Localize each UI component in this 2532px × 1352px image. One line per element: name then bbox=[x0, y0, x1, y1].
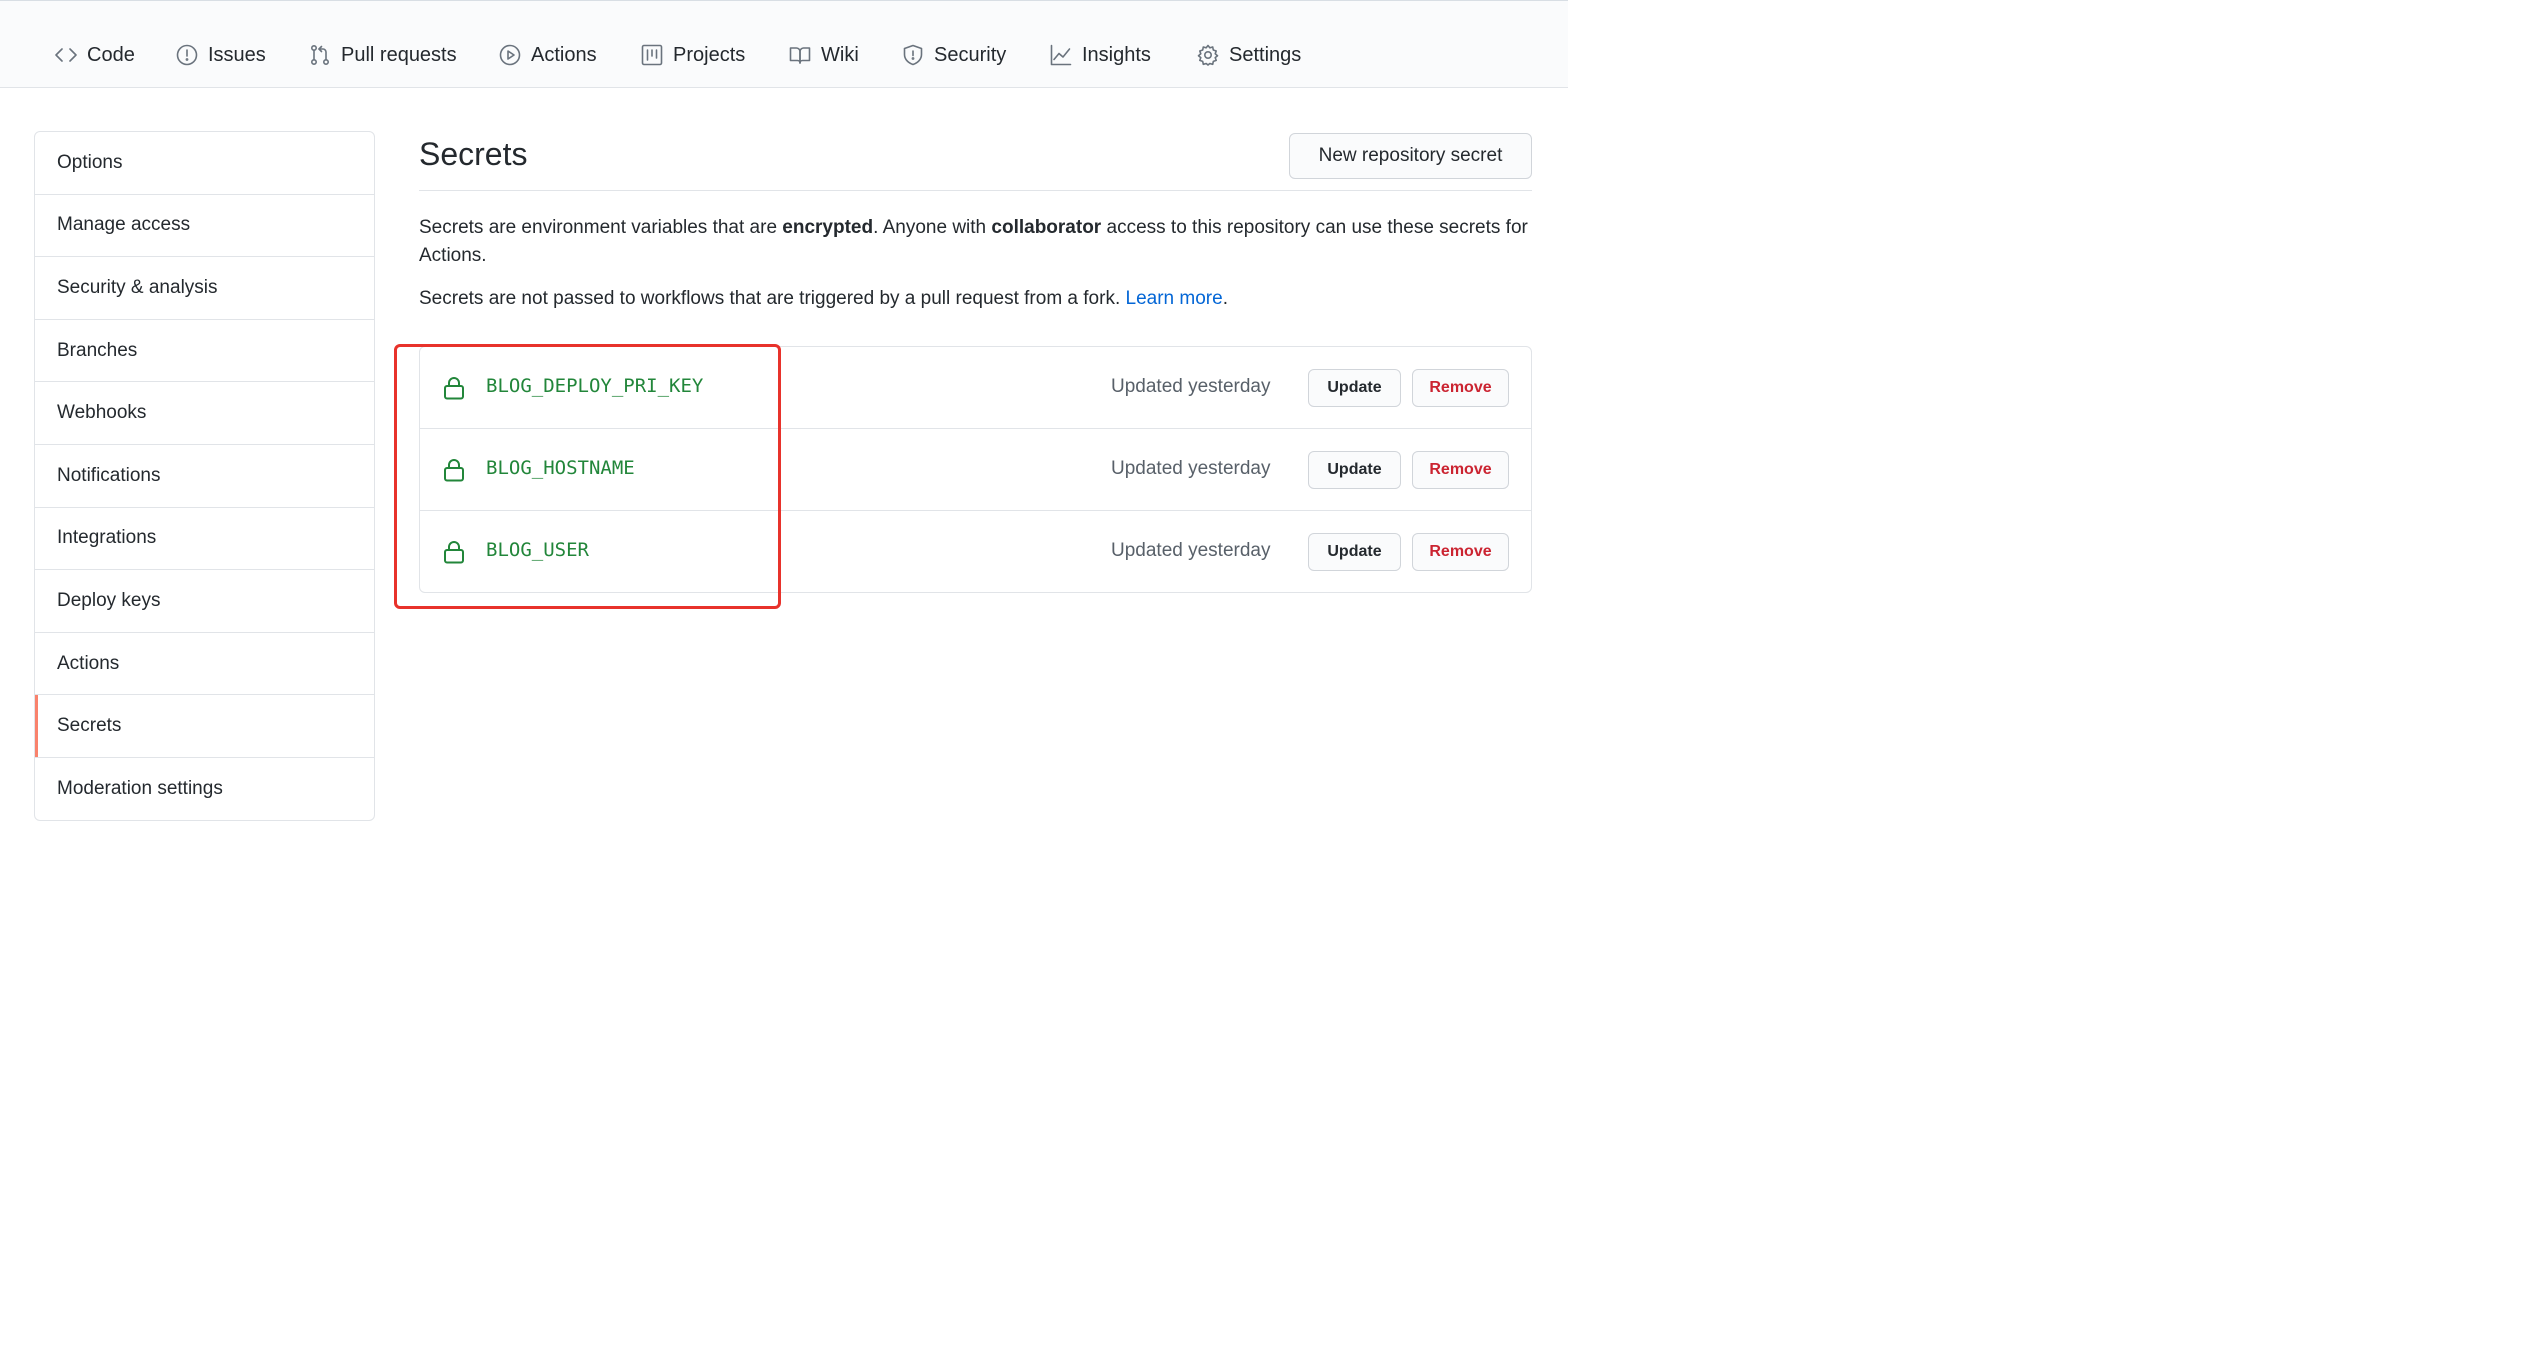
new-repository-secret-button[interactable]: New repository secret bbox=[1289, 133, 1532, 179]
remove-secret-button[interactable]: Remove bbox=[1412, 369, 1509, 407]
lock-icon bbox=[443, 376, 465, 400]
fork-notice: Secrets are not passed to workflows that… bbox=[419, 285, 1534, 313]
tab-code[interactable]: Code bbox=[55, 39, 135, 71]
fork-notice-end: . bbox=[1222, 288, 1228, 309]
tab-wiki[interactable]: Wiki bbox=[789, 39, 859, 71]
tab-projects[interactable]: Projects bbox=[641, 39, 745, 71]
sidebar-item-manage-access[interactable]: Manage access bbox=[35, 195, 374, 258]
sidebar-item-label: Actions bbox=[57, 652, 120, 674]
sidebar-item-security-analysis[interactable]: Security & analysis bbox=[35, 257, 374, 320]
shield-icon bbox=[903, 44, 923, 66]
update-secret-button[interactable]: Update bbox=[1308, 451, 1401, 489]
sidebar-item-secrets[interactable]: Secrets bbox=[35, 695, 374, 758]
update-secret-button[interactable]: Update bbox=[1308, 533, 1401, 571]
sidebar-item-label: Integrations bbox=[57, 527, 157, 549]
tab-wiki-label: Wiki bbox=[821, 43, 859, 66]
secret-name: BLOG_HOSTNAME bbox=[486, 457, 635, 479]
title-divider bbox=[419, 190, 1532, 191]
learn-more-link[interactable]: Learn more bbox=[1126, 288, 1223, 309]
settings-sidebar: Options Manage access Security & analysi… bbox=[34, 131, 375, 821]
tab-settings[interactable]: Settings bbox=[1197, 39, 1301, 71]
tab-pull-requests[interactable]: Pull requests bbox=[309, 39, 457, 71]
sidebar-item-label: Security & analysis bbox=[57, 276, 218, 298]
desc-text: . Anyone with bbox=[873, 217, 992, 238]
secret-name: BLOG_USER bbox=[486, 539, 589, 561]
update-secret-button[interactable]: Update bbox=[1308, 369, 1401, 407]
page-title: Secrets bbox=[419, 136, 528, 172]
git-pull-request-icon bbox=[310, 44, 330, 66]
tab-insights-label: Insights bbox=[1082, 43, 1151, 66]
tab-actions[interactable]: Actions bbox=[499, 39, 597, 71]
tab-actions-label: Actions bbox=[531, 43, 597, 66]
fork-notice-text: Secrets are not passed to workflows that… bbox=[419, 288, 1126, 309]
graph-icon bbox=[1050, 44, 1072, 66]
lock-icon bbox=[443, 540, 465, 564]
sidebar-item-integrations[interactable]: Integrations bbox=[35, 508, 374, 571]
lock-icon bbox=[443, 458, 465, 482]
sidebar-item-label: Branches bbox=[57, 339, 138, 361]
play-icon bbox=[499, 44, 521, 66]
sidebar-item-options[interactable]: Options bbox=[35, 132, 374, 195]
desc-bold-encrypted: encrypted bbox=[782, 217, 874, 238]
code-icon bbox=[55, 48, 77, 62]
tab-issues-label: Issues bbox=[208, 43, 266, 66]
repo-nav: Code Issues Pull requests Actions Projec… bbox=[0, 0, 1568, 88]
secret-name: BLOG_DEPLOY_PRI_KEY bbox=[486, 375, 704, 397]
remove-secret-button[interactable]: Remove bbox=[1412, 451, 1509, 489]
remove-secret-button[interactable]: Remove bbox=[1412, 533, 1509, 571]
desc-bold-collaborator: collaborator bbox=[991, 217, 1102, 238]
list-item: BLOG_HOSTNAME Updated yesterday Update R… bbox=[420, 429, 1531, 511]
tab-projects-label: Projects bbox=[673, 43, 746, 66]
project-icon bbox=[641, 44, 663, 66]
tab-settings-label: Settings bbox=[1229, 43, 1302, 66]
desc-text: Secrets are environment variables that a… bbox=[419, 217, 783, 238]
list-item: BLOG_DEPLOY_PRI_KEY Updated yesterday Up… bbox=[420, 347, 1531, 429]
tab-pull-requests-label: Pull requests bbox=[341, 43, 457, 66]
secret-updated-time: Updated yesterday bbox=[1111, 376, 1271, 397]
sidebar-item-label: Notifications bbox=[57, 464, 161, 486]
tab-insights[interactable]: Insights bbox=[1050, 39, 1151, 71]
list-item: BLOG_USER Updated yesterday Update Remov… bbox=[420, 511, 1531, 593]
secret-updated-time: Updated yesterday bbox=[1111, 458, 1271, 479]
sidebar-item-moderation-settings[interactable]: Moderation settings bbox=[35, 758, 374, 820]
tab-code-label: Code bbox=[87, 43, 135, 66]
tab-security[interactable]: Security bbox=[902, 39, 1006, 71]
issue-opened-icon bbox=[176, 44, 198, 66]
secrets-list: BLOG_DEPLOY_PRI_KEY Updated yesterday Up… bbox=[419, 346, 1532, 593]
sidebar-item-label: Deploy keys bbox=[57, 589, 161, 611]
sidebar-item-notifications[interactable]: Notifications bbox=[35, 445, 374, 508]
secret-updated-time: Updated yesterday bbox=[1111, 540, 1271, 561]
sidebar-item-label: Secrets bbox=[57, 715, 122, 737]
sidebar-item-actions[interactable]: Actions bbox=[35, 633, 374, 696]
sidebar-item-label: Manage access bbox=[57, 214, 191, 236]
sidebar-item-webhooks[interactable]: Webhooks bbox=[35, 382, 374, 445]
sidebar-item-branches[interactable]: Branches bbox=[35, 320, 374, 383]
book-icon bbox=[789, 47, 811, 64]
sidebar-item-label: Webhooks bbox=[57, 402, 147, 424]
secrets-description: Secrets are environment variables that a… bbox=[419, 214, 1534, 270]
tab-issues[interactable]: Issues bbox=[176, 39, 266, 71]
sidebar-item-label: Options bbox=[57, 151, 123, 173]
gear-icon bbox=[1197, 44, 1219, 66]
sidebar-item-label: Moderation settings bbox=[57, 778, 223, 800]
sidebar-item-deploy-keys[interactable]: Deploy keys bbox=[35, 570, 374, 633]
tab-security-label: Security bbox=[934, 43, 1007, 66]
